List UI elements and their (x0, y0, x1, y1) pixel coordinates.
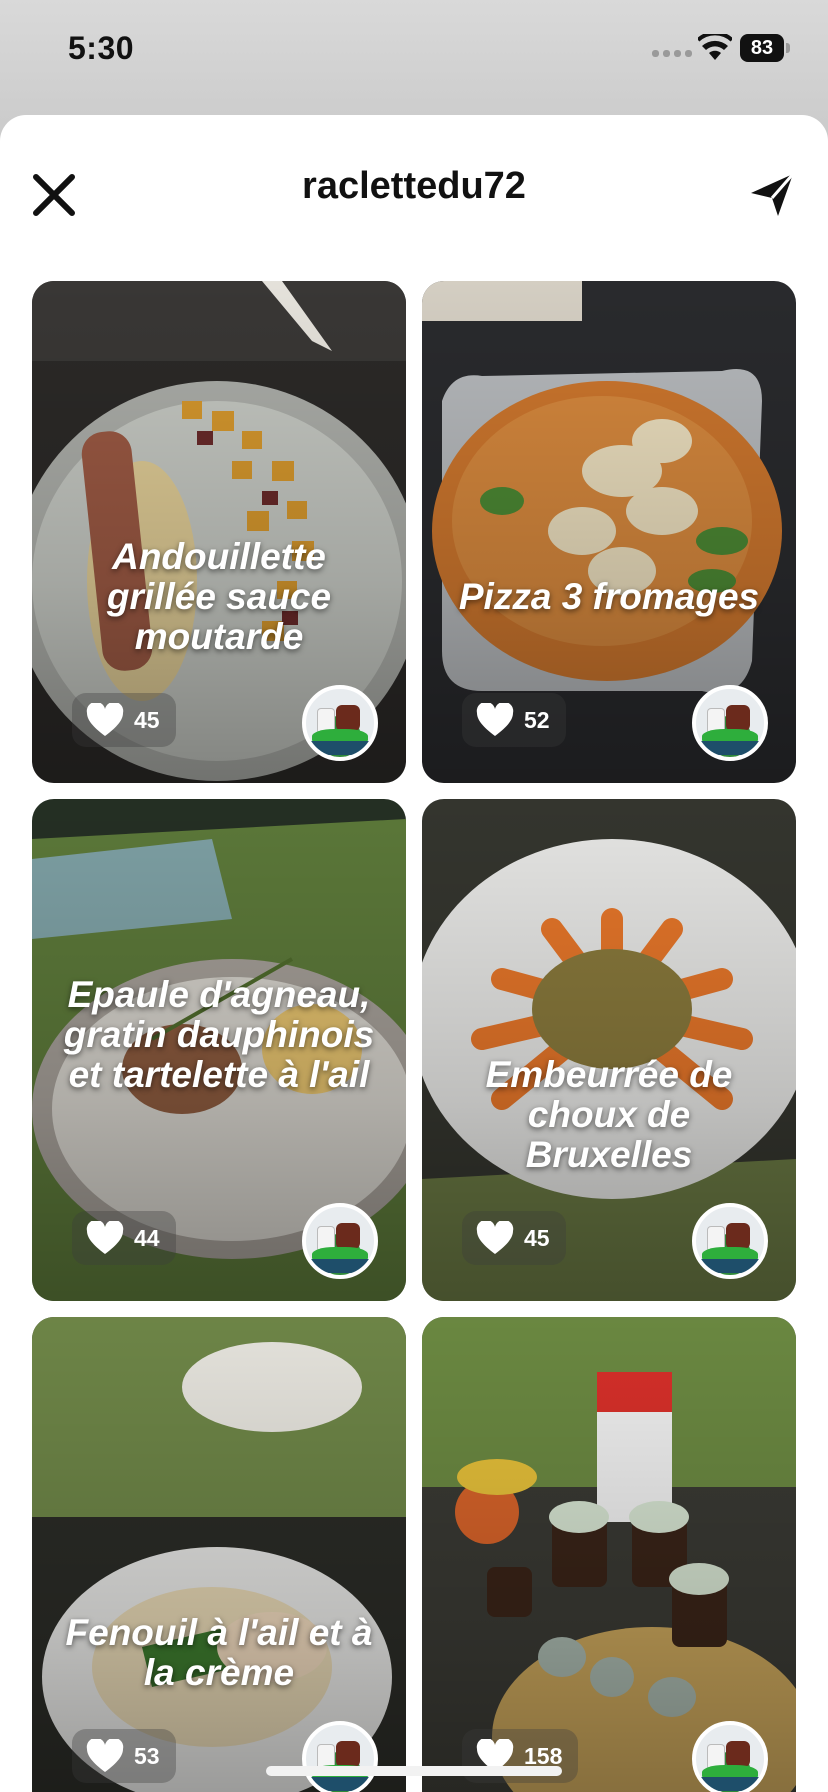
post-card[interactable]: Pizza 3 fromages 52 (422, 281, 796, 783)
card-title: Fenouil à l'ail et à la crème (65, 1612, 373, 1693)
like-count: 52 (524, 706, 550, 733)
avatar[interactable] (302, 685, 378, 761)
heart-icon (476, 703, 514, 736)
status-bar: 5:30 83 (0, 0, 828, 100)
avatar[interactable] (302, 1721, 378, 1792)
card-title: Andouillette grillée sauce moutarde (106, 536, 332, 657)
post-card[interactable]: 158 (422, 1317, 796, 1792)
avatar[interactable] (302, 1203, 378, 1279)
post-card[interactable]: Andouillette grillée sauce moutarde 45 (32, 281, 406, 783)
heart-icon (86, 1739, 124, 1772)
avatar[interactable] (692, 1203, 768, 1279)
heart-icon (86, 703, 124, 736)
like-count: 53 (134, 1742, 160, 1769)
post-card[interactable]: Epaule d'agneau, gratin dauphinois et ta… (32, 799, 406, 1301)
profile-sheet: raclettedu72 Andouillette grillée sauce … (0, 115, 828, 1792)
like-button[interactable]: 53 (72, 1729, 176, 1783)
card-title: Embeurrée de choux de Bruxelles (485, 1054, 733, 1175)
battery-icon: 83 (740, 34, 790, 62)
avatar[interactable] (692, 685, 768, 761)
home-indicator[interactable] (266, 1766, 562, 1776)
like-button[interactable]: 44 (72, 1211, 176, 1265)
like-count: 45 (134, 706, 160, 733)
heart-icon (86, 1221, 124, 1254)
paper-plane-icon (751, 173, 795, 216)
battery-level: 83 (740, 34, 784, 62)
cellular-signal-icon (652, 50, 692, 57)
like-button[interactable]: 45 (72, 693, 176, 747)
card-title: Pizza 3 fromages (458, 576, 760, 617)
like-count: 44 (134, 1224, 160, 1251)
page-title: raclettedu72 (302, 165, 526, 207)
sheet-header: raclettedu72 (0, 115, 828, 275)
heart-icon (476, 1221, 514, 1254)
wifi-icon (698, 34, 732, 60)
like-button[interactable]: 45 (462, 1211, 566, 1265)
like-button[interactable]: 52 (462, 693, 566, 747)
like-count: 45 (524, 1224, 550, 1251)
post-card[interactable]: Fenouil à l'ail et à la crème 53 (32, 1317, 406, 1792)
post-card[interactable]: Embeurrée de choux de Bruxelles 45 (422, 799, 796, 1301)
share-button[interactable] (742, 165, 802, 225)
status-time: 5:30 (68, 30, 135, 66)
avatar[interactable] (692, 1721, 768, 1792)
screen: 5:30 83 raclettedu72 Andouillette grillé… (0, 0, 828, 1792)
card-title: Epaule d'agneau, gratin dauphinois et ta… (63, 974, 375, 1095)
